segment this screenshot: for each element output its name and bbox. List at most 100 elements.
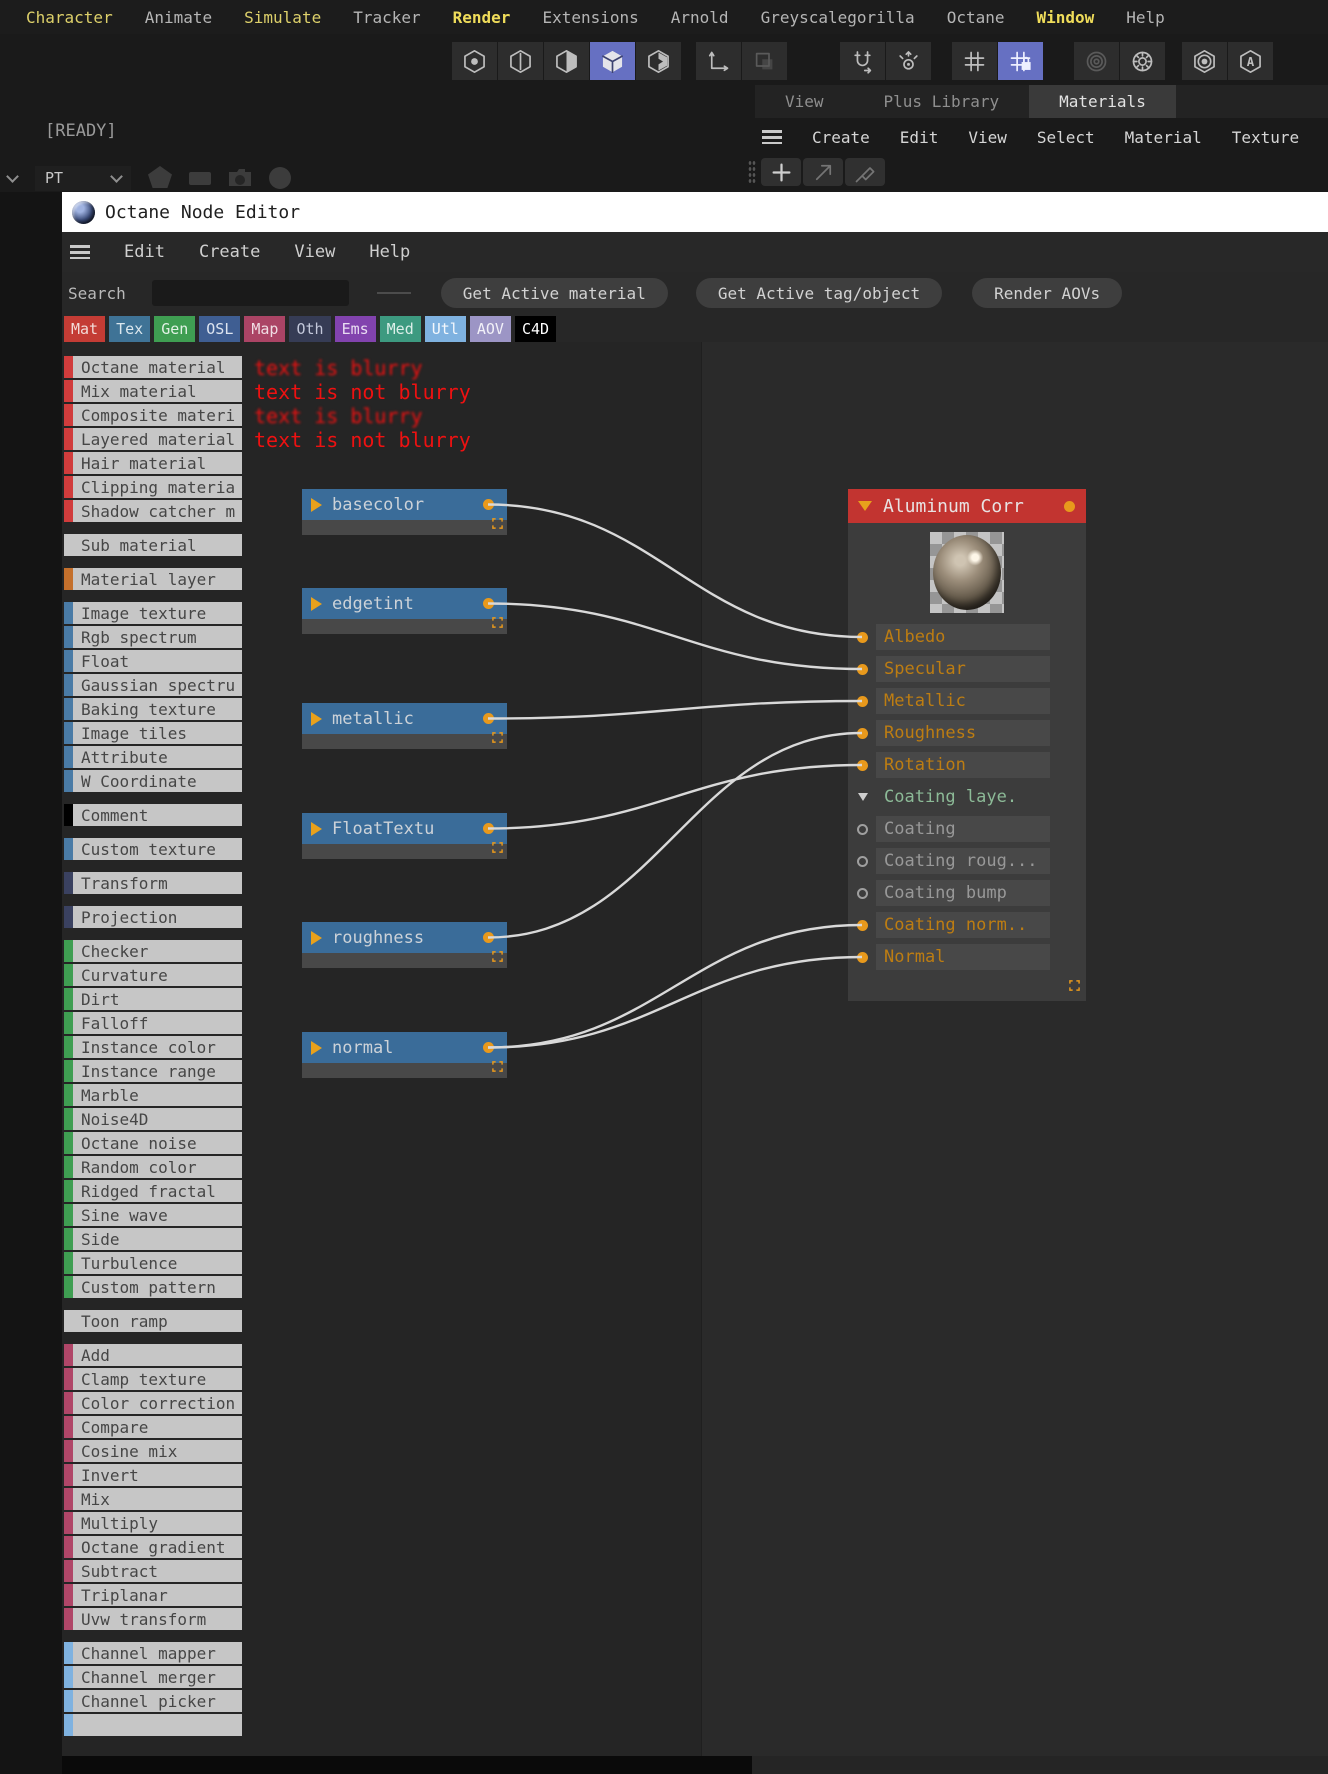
collapse-triangle-icon[interactable] <box>311 711 322 726</box>
window-title-bar[interactable]: Octane Node Editor <box>62 192 1328 232</box>
node-header[interactable]: FloatTextu <box>302 813 507 844</box>
grid-icon[interactable] <box>952 42 997 80</box>
list-item-noise4d[interactable]: Noise4D <box>64 1108 242 1130</box>
category-tab-gen[interactable]: Gen <box>154 316 196 342</box>
list-item-side[interactable]: Side <box>64 1228 242 1250</box>
list-item-instance-color[interactable]: Instance color <box>64 1036 242 1058</box>
expand-icon[interactable] <box>492 1057 503 1076</box>
list-item-image-tiles[interactable]: Image tiles <box>64 722 242 744</box>
bottom-scroll-bar[interactable] <box>62 1756 752 1774</box>
editor-menu-create[interactable]: Create <box>199 242 260 262</box>
target-rings-icon[interactable] <box>1074 42 1119 80</box>
list-item-rgb-spectrum[interactable]: Rgb spectrum <box>64 626 242 648</box>
model-fracture-icon[interactable] <box>636 42 681 80</box>
node-graph-canvas[interactable]: text is blurry text is not blurry text is … <box>62 192 1328 1774</box>
material-preview-thumbnail[interactable] <box>930 532 1004 613</box>
output-port-icon[interactable] <box>483 823 494 834</box>
list-item-cosine-mix[interactable]: Cosine mix <box>64 1440 242 1462</box>
output-port-icon[interactable] <box>483 932 494 943</box>
materials-menu-texture[interactable]: Texture <box>1232 128 1299 147</box>
texture-node-metallic[interactable]: metallic <box>302 703 507 749</box>
list-item-w-coordinate[interactable]: W Coordinate <box>64 770 242 792</box>
input-row-coating-laye-[interactable]: Coating laye. <box>858 784 1050 810</box>
list-item-attribute[interactable]: Attribute <box>64 746 242 768</box>
model-capsule-icon[interactable] <box>498 42 543 80</box>
list-item-custom-pattern[interactable]: Custom pattern <box>64 1276 242 1298</box>
list-item-octane-gradient[interactable]: Octane gradient <box>64 1536 242 1558</box>
expand-icon[interactable] <box>492 728 503 747</box>
panel-tab-view[interactable]: View <box>755 85 854 118</box>
add-node-icon[interactable] <box>761 158 801 186</box>
texture-node-basecolor[interactable]: basecolor <box>302 489 507 535</box>
editor-menu-view[interactable]: View <box>294 242 335 262</box>
list-item-instance-range[interactable]: Instance range <box>64 1060 242 1082</box>
list-item-channel-picker[interactable]: Channel picker <box>64 1690 242 1712</box>
node-header[interactable]: basecolor <box>302 489 507 520</box>
gear-circle-icon[interactable] <box>1120 42 1165 80</box>
group-triangle-icon[interactable] <box>858 793 868 801</box>
node-header[interactable]: normal <box>302 1032 507 1063</box>
render-settings-icon[interactable]: A <box>1228 42 1273 80</box>
panel-tab-materials[interactable]: Materials <box>1029 85 1176 118</box>
output-port-icon[interactable] <box>1064 501 1075 512</box>
list-item-comment[interactable]: Comment <box>64 804 242 826</box>
expand-icon[interactable] <box>1069 976 1080 995</box>
input-port-icon[interactable] <box>857 919 868 931</box>
list-item-octane-material[interactable]: Octane material <box>64 356 242 378</box>
list-item-color-correction[interactable]: Color correction <box>64 1392 242 1414</box>
texture-node-roughness[interactable]: roughness <box>302 922 507 968</box>
output-port-icon[interactable] <box>483 598 494 609</box>
editor-menu-help[interactable]: Help <box>369 242 410 262</box>
materials-menu-edit[interactable]: Edit <box>900 128 939 147</box>
list-item-partial[interactable] <box>64 1714 242 1736</box>
material-node-header[interactable]: Aluminum Corr <box>848 489 1086 523</box>
model-cube-icon[interactable] <box>590 42 635 80</box>
app-menu-item-character[interactable]: Character <box>26 8 113 27</box>
materials-menu-view[interactable]: View <box>968 128 1007 147</box>
list-item-shadow-catcher-m[interactable]: Shadow catcher m <box>64 500 242 522</box>
list-item-invert[interactable]: Invert <box>64 1464 242 1486</box>
collapse-triangle-icon[interactable] <box>311 497 322 512</box>
input-row-coating-norm-[interactable]: Coating norm.. <box>857 912 1050 938</box>
node-header[interactable]: metallic <box>302 703 507 734</box>
collapse-triangle-icon[interactable] <box>311 1040 322 1055</box>
texture-node-floattextu[interactable]: FloatTextu <box>302 813 507 859</box>
input-port-open-icon[interactable] <box>857 855 868 867</box>
input-row-coating-bump[interactable]: Coating bump <box>857 880 1050 906</box>
input-port-icon[interactable] <box>857 759 868 771</box>
collapse-triangle-icon[interactable] <box>311 596 322 611</box>
list-item-channel-merger[interactable]: Channel merger <box>64 1666 242 1688</box>
list-item-checker[interactable]: Checker <box>64 940 242 962</box>
list-item-dirt[interactable]: Dirt <box>64 988 242 1010</box>
input-port-icon[interactable] <box>857 663 868 675</box>
app-menu-item-extensions[interactable]: Extensions <box>542 8 638 27</box>
render-view-icon[interactable] <box>1182 42 1227 80</box>
output-port-icon[interactable] <box>483 713 494 724</box>
list-item-sub-material[interactable]: Sub material <box>64 534 242 556</box>
input-port-icon[interactable] <box>857 695 868 707</box>
list-item-baking-texture[interactable]: Baking texture <box>64 698 242 720</box>
list-item-mix[interactable]: Mix <box>64 1488 242 1510</box>
list-item-multiply[interactable]: Multiply <box>64 1512 242 1534</box>
search-input[interactable] <box>151 280 349 306</box>
panel-tab-plus-library[interactable]: Plus Library <box>854 85 1030 118</box>
input-row-specular[interactable]: Specular <box>857 656 1050 682</box>
editor-button-render-aovs[interactable]: Render AOVs <box>972 278 1123 308</box>
render-mode-dropdown[interactable]: PT <box>35 165 131 191</box>
input-row-coating-roug-[interactable]: Coating roug... <box>857 848 1050 874</box>
list-item-add[interactable]: Add <box>64 1344 242 1366</box>
editor-menu-edit[interactable]: Edit <box>124 242 165 262</box>
list-item-projection[interactable]: Projection <box>64 906 242 928</box>
grid-lock-icon[interactable] <box>998 42 1043 80</box>
texture-node-normal[interactable]: normal <box>302 1032 507 1078</box>
list-item-custom-texture[interactable]: Custom texture <box>64 838 242 860</box>
expand-icon[interactable] <box>492 947 503 966</box>
category-tab-tex[interactable]: Tex <box>109 316 151 342</box>
model-half-icon[interactable] <box>544 42 589 80</box>
expand-icon[interactable] <box>492 838 503 857</box>
list-item-turbulence[interactable]: Turbulence <box>64 1252 242 1274</box>
app-menu-item-tracker[interactable]: Tracker <box>353 8 420 27</box>
app-menu-item-arnold[interactable]: Arnold <box>671 8 729 27</box>
list-item-toon-ramp[interactable]: Toon ramp <box>64 1310 242 1332</box>
list-item-hair-material[interactable]: Hair material <box>64 452 242 474</box>
